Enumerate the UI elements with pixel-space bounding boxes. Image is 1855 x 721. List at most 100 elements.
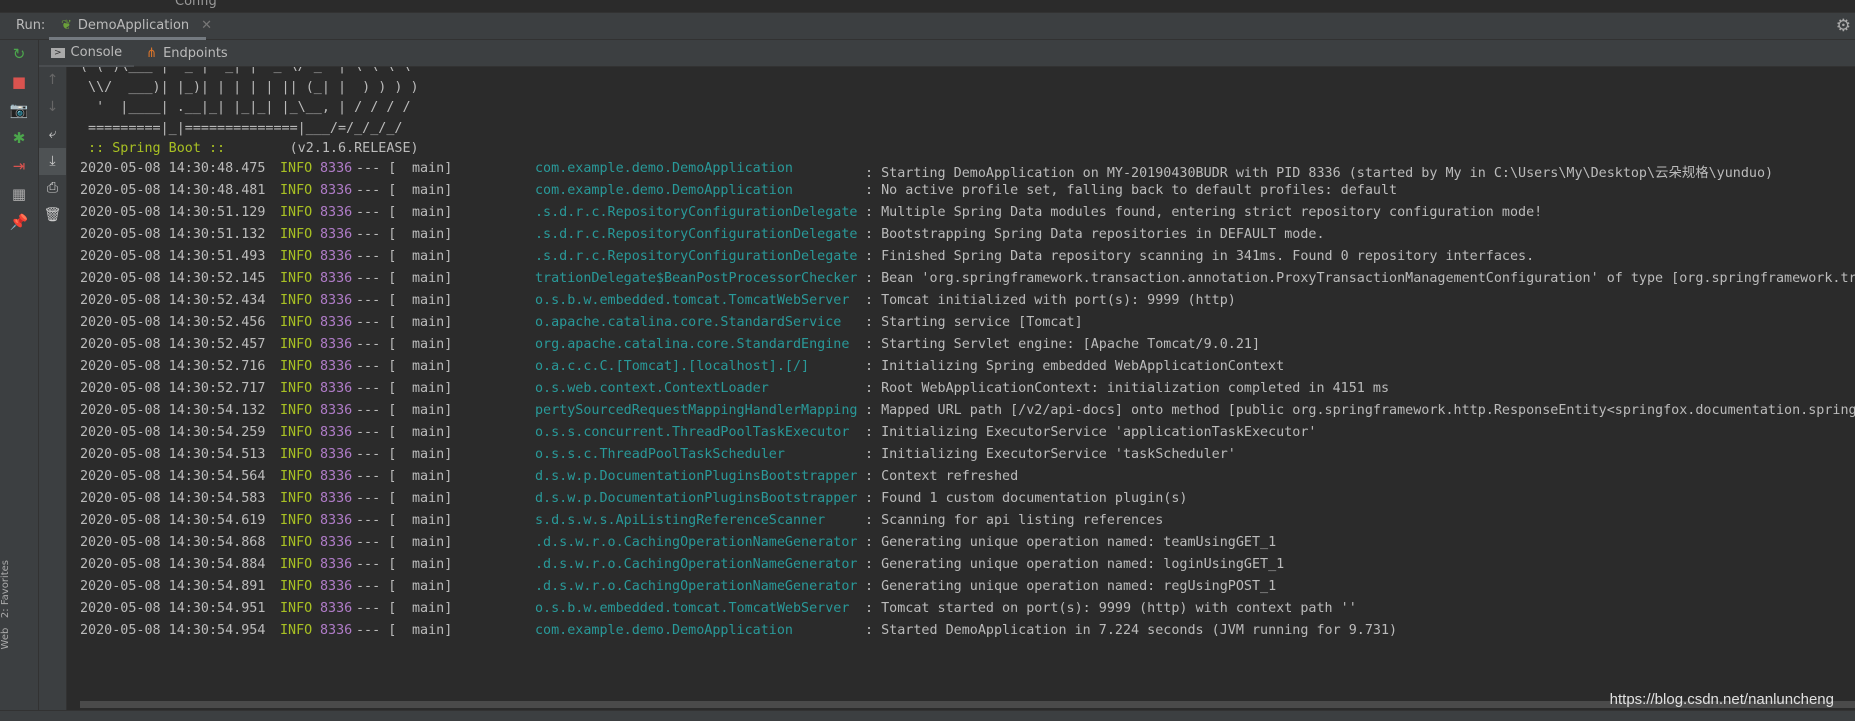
log-pid: 8336 xyxy=(320,579,353,594)
log-row: 2020-05-08 14:30:48.481 INFO 8336 --- [main… xyxy=(68,183,1855,205)
log-message: : Finished Spring Data repository scanni… xyxy=(865,249,1535,264)
log-row: 2020-05-08 14:30:52.434 INFO 8336 --- [main… xyxy=(68,293,1855,315)
log-logger: .d.s.w.r.o.CachingOperationNameGenerator xyxy=(535,557,858,572)
side-label-favorites[interactable]: 2: Favorites xyxy=(0,560,11,618)
log-thread: main] xyxy=(412,161,453,176)
horizontal-scrollbar[interactable] xyxy=(80,701,1855,708)
log-level: INFO xyxy=(280,491,313,506)
banner-line: =========|_|==============|___/=/_/_/_/ xyxy=(80,120,403,136)
log-separator: --- [ xyxy=(356,513,397,528)
soft-wrap-icon[interactable]: ⤶ xyxy=(39,121,66,148)
log-separator: --- [ xyxy=(356,315,397,330)
gear-icon[interactable]: ⚙ xyxy=(1836,16,1851,36)
side-label-web[interactable]: Web xyxy=(0,628,11,650)
log-timestamp: 2020-05-08 14:30:52.434 xyxy=(80,293,266,308)
log-level: INFO xyxy=(280,183,313,198)
log-row: 2020-05-08 14:30:54.259 INFO 8336 --- [main… xyxy=(68,425,1855,447)
log-logger: .d.s.w.r.o.CachingOperationNameGenerator xyxy=(535,535,858,550)
log-pid: 8336 xyxy=(320,249,353,264)
log-pid: 8336 xyxy=(320,315,353,330)
log-separator: --- [ xyxy=(356,249,397,264)
debug-icon[interactable]: ✱ xyxy=(0,124,38,152)
log-separator: --- [ xyxy=(356,161,397,176)
rerun-icon[interactable]: ↻ xyxy=(0,40,38,68)
log-message: : Scanning for api listing references xyxy=(865,513,1164,528)
log-separator: --- [ xyxy=(356,623,397,638)
log-pid: 8336 xyxy=(320,491,353,506)
log-message: : Bootstrapping Spring Data repositories… xyxy=(865,227,1325,242)
log-pid: 8336 xyxy=(320,183,353,198)
log-level: INFO xyxy=(280,381,313,396)
print-icon[interactable]: ⎙ xyxy=(39,175,66,202)
log-thread: main] xyxy=(412,227,453,242)
pin-icon[interactable]: 📌 xyxy=(0,208,38,236)
log-logger: org.apache.catalina.core.StandardEngine xyxy=(535,337,850,352)
log-message: : Mapped URL path [/v2/api-docs] onto me… xyxy=(865,403,1855,418)
log-level: INFO xyxy=(280,293,313,308)
project-tree-remnant: Config xyxy=(0,0,1855,13)
log-timestamp: 2020-05-08 14:30:51.129 xyxy=(80,205,266,220)
log-thread: main] xyxy=(412,447,453,462)
log-logger: com.example.demo.DemoApplication xyxy=(535,183,793,198)
log-thread: main] xyxy=(412,491,453,506)
log-row: 2020-05-08 14:30:54.891 INFO 8336 --- [main… xyxy=(68,579,1855,601)
close-icon[interactable]: ✕ xyxy=(201,18,212,33)
log-message: : Multiple Spring Data modules found, en… xyxy=(865,205,1543,220)
log-level: INFO xyxy=(280,425,313,440)
log-pid: 8336 xyxy=(320,337,353,352)
log-message: : Starting Servlet engine: [Apache Tomca… xyxy=(865,337,1261,352)
log-row: 2020-05-08 14:30:52.716 INFO 8336 --- [main… xyxy=(68,359,1855,381)
log-timestamp: 2020-05-08 14:30:51.493 xyxy=(80,249,266,264)
log-message: : Bean 'org.springframework.transaction.… xyxy=(865,271,1855,286)
log-timestamp: 2020-05-08 14:30:54.132 xyxy=(80,403,266,418)
log-logger: d.s.w.p.DocumentationPluginsBootstrapper xyxy=(535,469,858,484)
tab-console[interactable]: > Console xyxy=(39,40,135,67)
layout-icon[interactable]: ▦ xyxy=(0,180,38,208)
log-logger: trationDelegate$BeanPostProcessorChecker xyxy=(535,271,858,286)
log-logger: o.a.c.c.C.[Tomcat].[localhost].[/] xyxy=(535,359,810,374)
log-pid: 8336 xyxy=(320,557,353,572)
log-thread: main] xyxy=(412,249,453,264)
console-output[interactable]: ( ( )\___ | '_ | '_| | '_ \/ _` | \ \ \ … xyxy=(68,67,1855,701)
log-message: : No active profile set, falling back to… xyxy=(865,183,1398,198)
log-logger: .s.d.r.c.RepositoryConfigurationDelegate xyxy=(535,227,858,242)
log-level: INFO xyxy=(280,513,313,528)
log-level: INFO xyxy=(280,579,313,594)
log-pid: 8336 xyxy=(320,293,353,308)
log-logger: o.s.b.w.embedded.tomcat.TomcatWebServer xyxy=(535,601,850,616)
log-logger: s.d.s.w.s.ApiListingReferenceScanner xyxy=(535,513,826,528)
down-arrow-icon[interactable]: ↓ xyxy=(39,94,66,121)
log-separator: --- [ xyxy=(356,205,397,220)
exit-icon[interactable]: ⇥ xyxy=(0,152,38,180)
run-tab-demo-application[interactable]: ❦ DemoApplication ✕ xyxy=(49,13,212,40)
stop-icon[interactable]: ■ xyxy=(0,68,38,96)
log-thread: main] xyxy=(412,205,453,220)
log-message: : Root WebApplicationContext: initializa… xyxy=(865,381,1390,396)
log-pid: 8336 xyxy=(320,359,353,374)
log-separator: --- [ xyxy=(356,557,397,572)
project-tree-item[interactable]: Config xyxy=(175,0,217,9)
spring-boot-icon: ❦ xyxy=(61,17,72,33)
log-level: INFO xyxy=(280,161,313,176)
tab-endpoints[interactable]: ⋔ Endpoints xyxy=(134,40,240,67)
log-separator: --- [ xyxy=(356,293,397,308)
watermark: https://blog.csdn.net/nanluncheng xyxy=(1609,691,1834,708)
log-pid: 8336 xyxy=(320,469,353,484)
console-icon: > xyxy=(51,47,65,58)
tab-console-label: Console xyxy=(70,45,123,60)
log-level: INFO xyxy=(280,359,313,374)
log-pid: 8336 xyxy=(320,447,353,462)
log-row: 2020-05-08 14:30:52.457 INFO 8336 --- [main… xyxy=(68,337,1855,359)
log-row: 2020-05-08 14:30:54.583 INFO 8336 --- [main… xyxy=(68,491,1855,513)
log-timestamp: 2020-05-08 14:30:54.513 xyxy=(80,447,266,462)
scroll-to-end-icon[interactable]: ⤓ xyxy=(39,148,66,175)
side-labels: Web 2: Favorites xyxy=(0,560,11,650)
log-timestamp: 2020-05-08 14:30:51.132 xyxy=(80,227,266,242)
log-row: 2020-05-08 14:30:51.493 INFO 8336 --- [main… xyxy=(68,249,1855,271)
camera-icon[interactable]: 📷 xyxy=(0,96,38,124)
log-separator: --- [ xyxy=(356,227,397,242)
up-arrow-icon[interactable]: ↑ xyxy=(39,67,66,94)
log-pid: 8336 xyxy=(320,535,353,550)
trash-icon[interactable]: 🗑 xyxy=(39,202,66,229)
log-message: : Tomcat initialized with port(s): 9999 … xyxy=(865,293,1236,308)
